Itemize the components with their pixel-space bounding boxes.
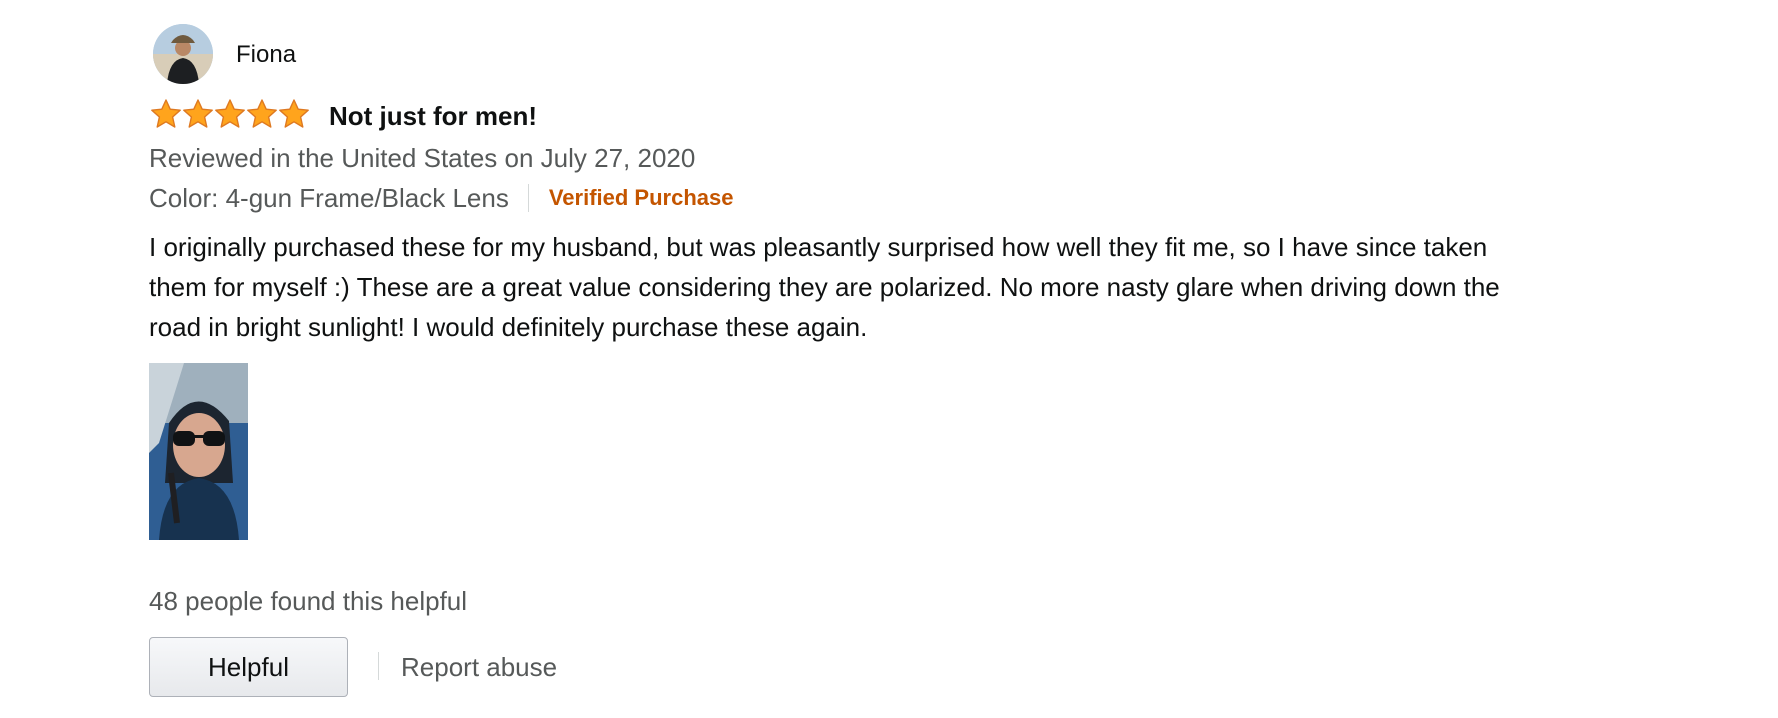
star-icon <box>215 99 245 128</box>
review-title[interactable]: Not just for men! <box>329 100 537 132</box>
star-icon <box>247 99 277 128</box>
author-name[interactable]: Fiona <box>236 40 296 70</box>
variant-link[interactable]: Color: 4-gun Frame/Black Lens <box>149 182 509 214</box>
helpful-button[interactable]: Helpful <box>149 637 348 697</box>
star-rating[interactable] <box>150 98 310 130</box>
divider <box>378 652 379 680</box>
review-body: I originally purchased these for my husb… <box>149 232 1500 342</box>
helpful-count: 48 people found this helpful <box>149 586 468 616</box>
customer-review: Fiona Not just for men! Reviewed in the … <box>0 0 1778 718</box>
report-abuse-link[interactable]: Report abuse <box>401 651 557 683</box>
star-icon <box>279 99 309 128</box>
star-icon <box>183 99 213 128</box>
user-avatar[interactable] <box>153 24 213 84</box>
divider <box>527 184 529 212</box>
verified-purchase-badge: Verified Purchase <box>548 185 734 210</box>
review-photo-thumbnail[interactable] <box>149 363 248 540</box>
review-date: Reviewed in the United States on July 27… <box>149 143 696 173</box>
star-icon <box>151 99 181 128</box>
variant-row: Color: 4-gun Frame/Black Lens Verified P… <box>149 182 733 214</box>
